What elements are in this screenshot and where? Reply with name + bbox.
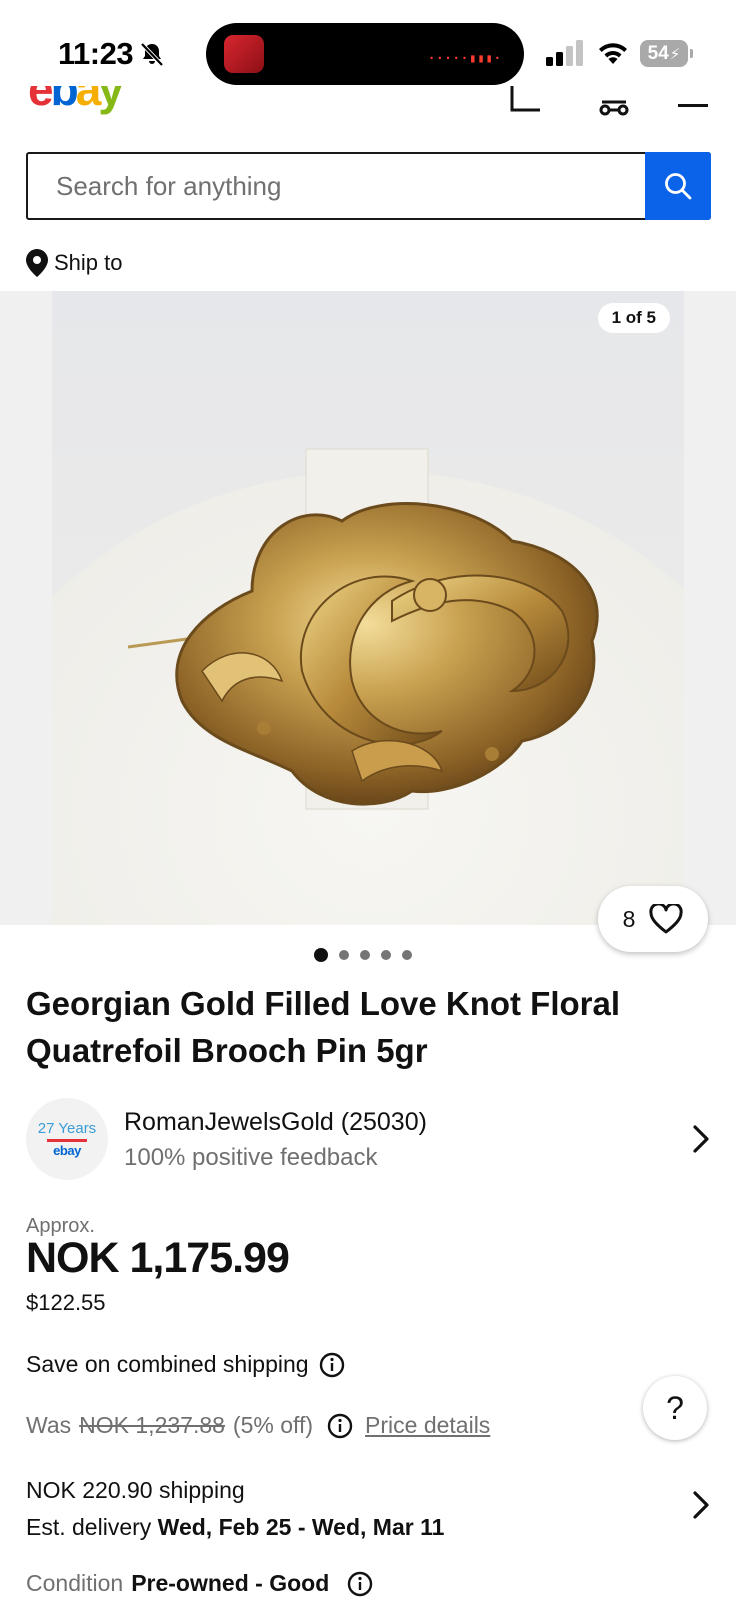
- combined-shipping-label: Save on combined shipping: [26, 1351, 309, 1377]
- app-header: ebay: [0, 86, 736, 120]
- delivery-row: Est. delivery Wed, Feb 25 - Wed, Mar 11: [26, 1509, 444, 1546]
- badge-brand: ebay: [53, 1143, 81, 1158]
- seller-card[interactable]: 27 Years ebay RomanJewelsGold (25030) 10…: [26, 1098, 716, 1180]
- ship-to[interactable]: Ship to: [26, 249, 123, 277]
- search-bar: [26, 152, 711, 220]
- cart-icon[interactable]: [508, 86, 544, 118]
- product-photo[interactable]: 1 of 5: [52, 291, 684, 925]
- image-gallery[interactable]: 1 of 5: [0, 291, 736, 925]
- was-price-row: Was NOK 1,237.88 (5% off) Price details: [26, 1412, 490, 1439]
- info-icon[interactable]: [327, 1413, 353, 1439]
- battery-percent: 54: [647, 42, 669, 64]
- app-thumbnail-icon: [224, 35, 264, 73]
- logo-letter-y: y: [98, 86, 124, 115]
- delivery-dates: Wed, Feb 25 - Wed, Mar 11: [157, 1514, 445, 1540]
- logo-letter-e: e: [28, 86, 54, 115]
- chevron-right-icon: [693, 1125, 709, 1153]
- bell-slash-icon: [140, 42, 164, 67]
- condition-label: Condition: [26, 1570, 124, 1596]
- pagination-dot[interactable]: [360, 950, 370, 960]
- seller-badge: 27 Years ebay: [26, 1098, 108, 1180]
- condition-value: Pre-owned - Good: [131, 1570, 330, 1596]
- image-counter: 1 of 5: [597, 303, 670, 333]
- search-icon: [665, 173, 692, 200]
- audio-wave-icon: ·····▮▮▮·: [427, 51, 502, 65]
- logo-letter-b: b: [50, 86, 79, 115]
- location-pin-icon: [26, 249, 48, 277]
- garage-icon[interactable]: [596, 86, 632, 118]
- badge-years: 27 Years: [37, 1120, 97, 1137]
- shipping-info[interactable]: NOK 220.90 shipping Est. delivery Wed, F…: [26, 1472, 444, 1546]
- menu-icon[interactable]: [676, 86, 712, 118]
- logo-letter-a: a: [75, 86, 102, 115]
- help-button[interactable]: ?: [643, 1376, 707, 1440]
- dynamic-island: ·····▮▮▮·: [206, 23, 524, 85]
- pagination-dot[interactable]: [402, 950, 412, 960]
- ship-to-label: Ship to: [54, 250, 123, 275]
- battery-icon: 54 ⚡: [640, 40, 693, 67]
- watch-count: 8: [622, 905, 636, 932]
- pagination-dot[interactable]: [314, 948, 328, 962]
- discount: (5% off): [232, 1412, 314, 1438]
- search-button[interactable]: [645, 152, 711, 220]
- heart-icon: [649, 904, 684, 934]
- gallery-pagination: [314, 948, 412, 962]
- status-bar: 11:23 ·····▮▮▮· 54 ⚡: [0, 0, 736, 100]
- price-amount: NOK 1,175.99: [26, 1234, 290, 1282]
- condition-row: Condition Pre-owned - Good: [26, 1570, 373, 1597]
- seller-feedback: 100% positive feedback: [124, 1144, 378, 1171]
- battery-level: 54 ⚡: [640, 40, 688, 67]
- combined-shipping: Save on combined shipping: [26, 1351, 345, 1378]
- brooch-image: [52, 448, 684, 925]
- chevron-right-icon[interactable]: [690, 1490, 712, 1520]
- price-details-link[interactable]: Price details: [365, 1412, 490, 1439]
- watch-button[interactable]: 8: [598, 886, 708, 952]
- pagination-dot[interactable]: [339, 950, 349, 960]
- ebay-logo[interactable]: ebay: [28, 86, 124, 116]
- pagination-dot[interactable]: [381, 950, 391, 960]
- status-time: 11:23: [58, 36, 134, 71]
- was-label: Was: [26, 1412, 72, 1438]
- shipping-cost: NOK 220.90 shipping: [26, 1477, 245, 1503]
- seller-name: RomanJewelsGold (25030): [124, 1108, 427, 1136]
- listing-title: Georgian Gold Filled Love Knot Floral Qu…: [26, 985, 621, 1069]
- price-usd: $122.55: [26, 1290, 106, 1315]
- delivery-label: Est. delivery: [26, 1514, 152, 1540]
- info-icon[interactable]: [319, 1352, 345, 1378]
- info-icon[interactable]: [347, 1571, 373, 1597]
- was-amount: NOK 1,237.88: [79, 1412, 225, 1438]
- signal-icon: [546, 40, 583, 66]
- search-input[interactable]: [28, 154, 645, 218]
- wifi-icon: [599, 43, 627, 64]
